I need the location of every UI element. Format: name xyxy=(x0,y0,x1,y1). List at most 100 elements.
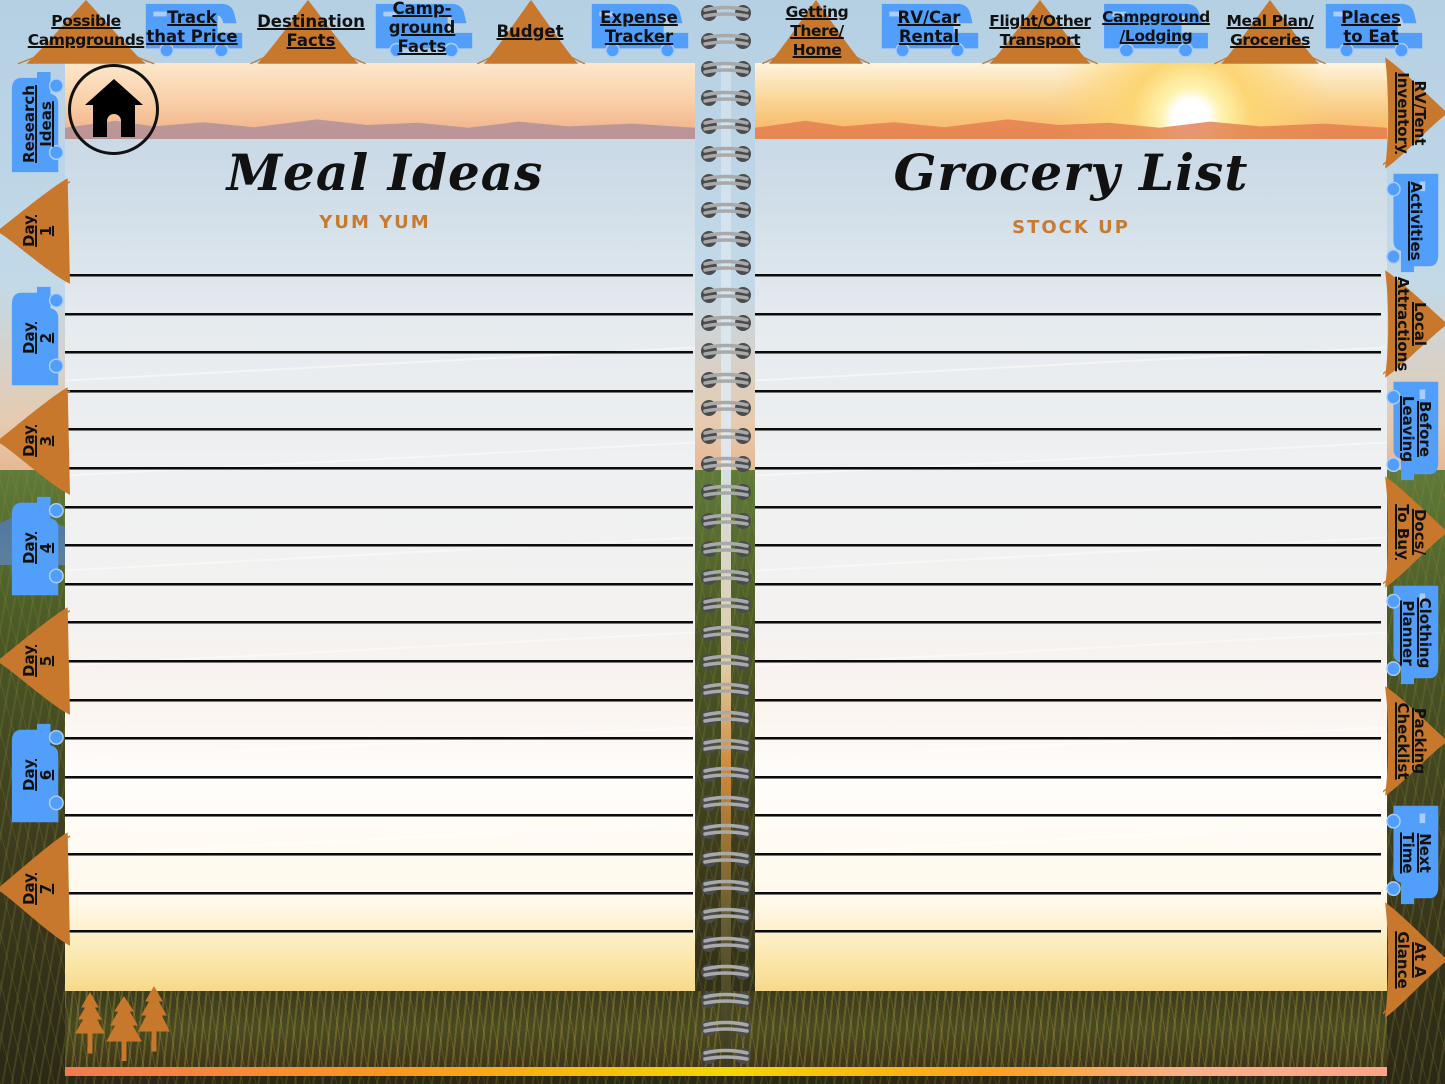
home-icon xyxy=(85,79,143,137)
right-tab-next-time[interactable]: Next Time xyxy=(1386,800,1442,906)
spiral-ring xyxy=(701,146,751,162)
writing-line[interactable] xyxy=(65,621,693,624)
tab-label: Next Time xyxy=(1399,832,1434,874)
right-tab-at-a-glance[interactable]: At A Glance xyxy=(1383,900,1445,1020)
spiral-ring xyxy=(701,399,751,416)
writing-line[interactable] xyxy=(755,737,1381,740)
spiral-ring xyxy=(701,963,751,980)
spiral-ring xyxy=(701,794,751,811)
tab-label: Day 7 xyxy=(20,873,55,905)
page-subtitle: STOCK UP xyxy=(1012,217,1130,238)
pine-trees-icon xyxy=(75,985,170,1061)
spiral-ring xyxy=(701,117,751,134)
tab-label: Packing Checklist xyxy=(1394,702,1429,780)
writing-line[interactable] xyxy=(65,776,693,779)
writing-line[interactable] xyxy=(755,660,1381,663)
right-tab-before-leaving[interactable]: Before Leaving xyxy=(1386,376,1442,482)
spiral-ring xyxy=(701,935,751,952)
right-tab-activities[interactable]: Activities xyxy=(1386,168,1442,274)
writing-line[interactable] xyxy=(65,544,693,547)
left-page-meal-ideas: Meal Ideas YUM YUM xyxy=(65,63,695,991)
writing-line[interactable] xyxy=(755,428,1381,431)
left-tab-day-4[interactable]: Day 4 xyxy=(8,495,66,601)
writing-line[interactable] xyxy=(65,892,693,895)
right-tab-rv-tent-inventory[interactable]: RV/Tent Inventory xyxy=(1383,55,1445,171)
writing-line[interactable] xyxy=(755,544,1381,547)
writing-line[interactable] xyxy=(65,814,693,817)
writing-line[interactable] xyxy=(755,274,1381,277)
writing-line[interactable] xyxy=(755,351,1381,354)
tab-label: Local Attractions xyxy=(1394,276,1429,372)
spiral-ring xyxy=(701,738,751,755)
page-subtitle: YUM YUM xyxy=(319,212,431,233)
writing-line[interactable] xyxy=(755,699,1381,702)
left-tab-day-6[interactable]: Day 6 xyxy=(8,722,66,828)
right-tab-docs-to-buy[interactable]: Docs/ To Buy xyxy=(1383,474,1445,590)
writing-line[interactable] xyxy=(755,621,1381,624)
spiral-ring xyxy=(701,484,751,501)
page-background xyxy=(65,63,695,991)
writing-line[interactable] xyxy=(65,467,693,470)
tab-label: At A Glance xyxy=(1394,931,1429,989)
page-title: Meal Ideas xyxy=(226,143,544,202)
left-tab-research-ideas[interactable]: Research Ideas xyxy=(8,70,66,178)
tab-label: Expense Tracker xyxy=(600,8,678,46)
writing-line[interactable] xyxy=(755,390,1381,393)
tab-label: Day 2 xyxy=(20,322,55,354)
right-tab-local-attractions[interactable]: Local Attractions xyxy=(1383,268,1445,380)
right-tab-clothing-planner[interactable]: Clothing Planner xyxy=(1386,580,1442,686)
spiral-ring xyxy=(701,851,751,867)
writing-line[interactable] xyxy=(755,313,1381,316)
spiral-ring xyxy=(701,597,751,614)
writing-line[interactable] xyxy=(65,699,693,702)
tab-label: Clothing Planner xyxy=(1399,597,1434,669)
home-button[interactable] xyxy=(68,64,159,155)
writing-line[interactable] xyxy=(65,737,693,740)
writing-line[interactable] xyxy=(65,428,693,431)
writing-line[interactable] xyxy=(65,583,693,586)
writing-line[interactable] xyxy=(755,892,1381,895)
writing-line[interactable] xyxy=(755,776,1381,779)
writing-line[interactable] xyxy=(65,274,693,277)
tab-label: Day 5 xyxy=(20,645,55,677)
spiral-ring xyxy=(701,428,751,444)
spiral-ring xyxy=(701,258,751,275)
writing-line[interactable] xyxy=(755,930,1381,933)
spiral-ring xyxy=(701,879,751,896)
tab-label: Day 3 xyxy=(20,425,55,457)
writing-line[interactable] xyxy=(65,313,693,316)
top-tab-places-to-eat[interactable]: Places to Eat xyxy=(1322,0,1426,58)
spiral-ring xyxy=(701,822,751,839)
writing-line[interactable] xyxy=(755,506,1381,509)
writing-line[interactable] xyxy=(755,814,1381,817)
writing-line[interactable] xyxy=(65,351,693,354)
tab-label: Before Leaving xyxy=(1399,395,1434,463)
left-tab-day-7[interactable]: Day 7 xyxy=(0,830,70,948)
top-tab-expense-tracker[interactable]: Expense Tracker xyxy=(588,0,692,58)
spiral-ring xyxy=(701,710,751,726)
spiral-binding xyxy=(698,0,754,1084)
spiral-ring xyxy=(701,202,751,219)
spiral-ring xyxy=(701,89,751,106)
spiral-ring xyxy=(701,230,751,247)
left-tab-day-3[interactable]: Day 3 xyxy=(0,385,70,497)
left-tab-day-2[interactable]: Day 2 xyxy=(8,285,66,391)
writing-line[interactable] xyxy=(755,467,1381,470)
writing-line[interactable] xyxy=(65,390,693,393)
spiral-ring xyxy=(701,653,751,670)
writing-line[interactable] xyxy=(755,583,1381,586)
tab-label: Places to Eat xyxy=(1341,8,1401,46)
writing-line[interactable] xyxy=(65,930,693,933)
tab-label: Day 4 xyxy=(20,532,55,564)
tab-label: RV/Tent Inventory xyxy=(1394,72,1429,154)
writing-line[interactable] xyxy=(755,853,1381,856)
writing-line[interactable] xyxy=(65,506,693,509)
writing-line[interactable] xyxy=(65,853,693,856)
spiral-ring xyxy=(701,540,751,557)
writing-line[interactable] xyxy=(65,660,693,663)
spiral-ring xyxy=(701,512,751,529)
spiral-ring xyxy=(701,992,751,1008)
left-tab-day-1[interactable]: Day 1 xyxy=(0,176,70,286)
right-tab-packing-checklist[interactable]: Packing Checklist xyxy=(1383,684,1445,798)
left-tab-day-5[interactable]: Day 5 xyxy=(0,605,70,717)
